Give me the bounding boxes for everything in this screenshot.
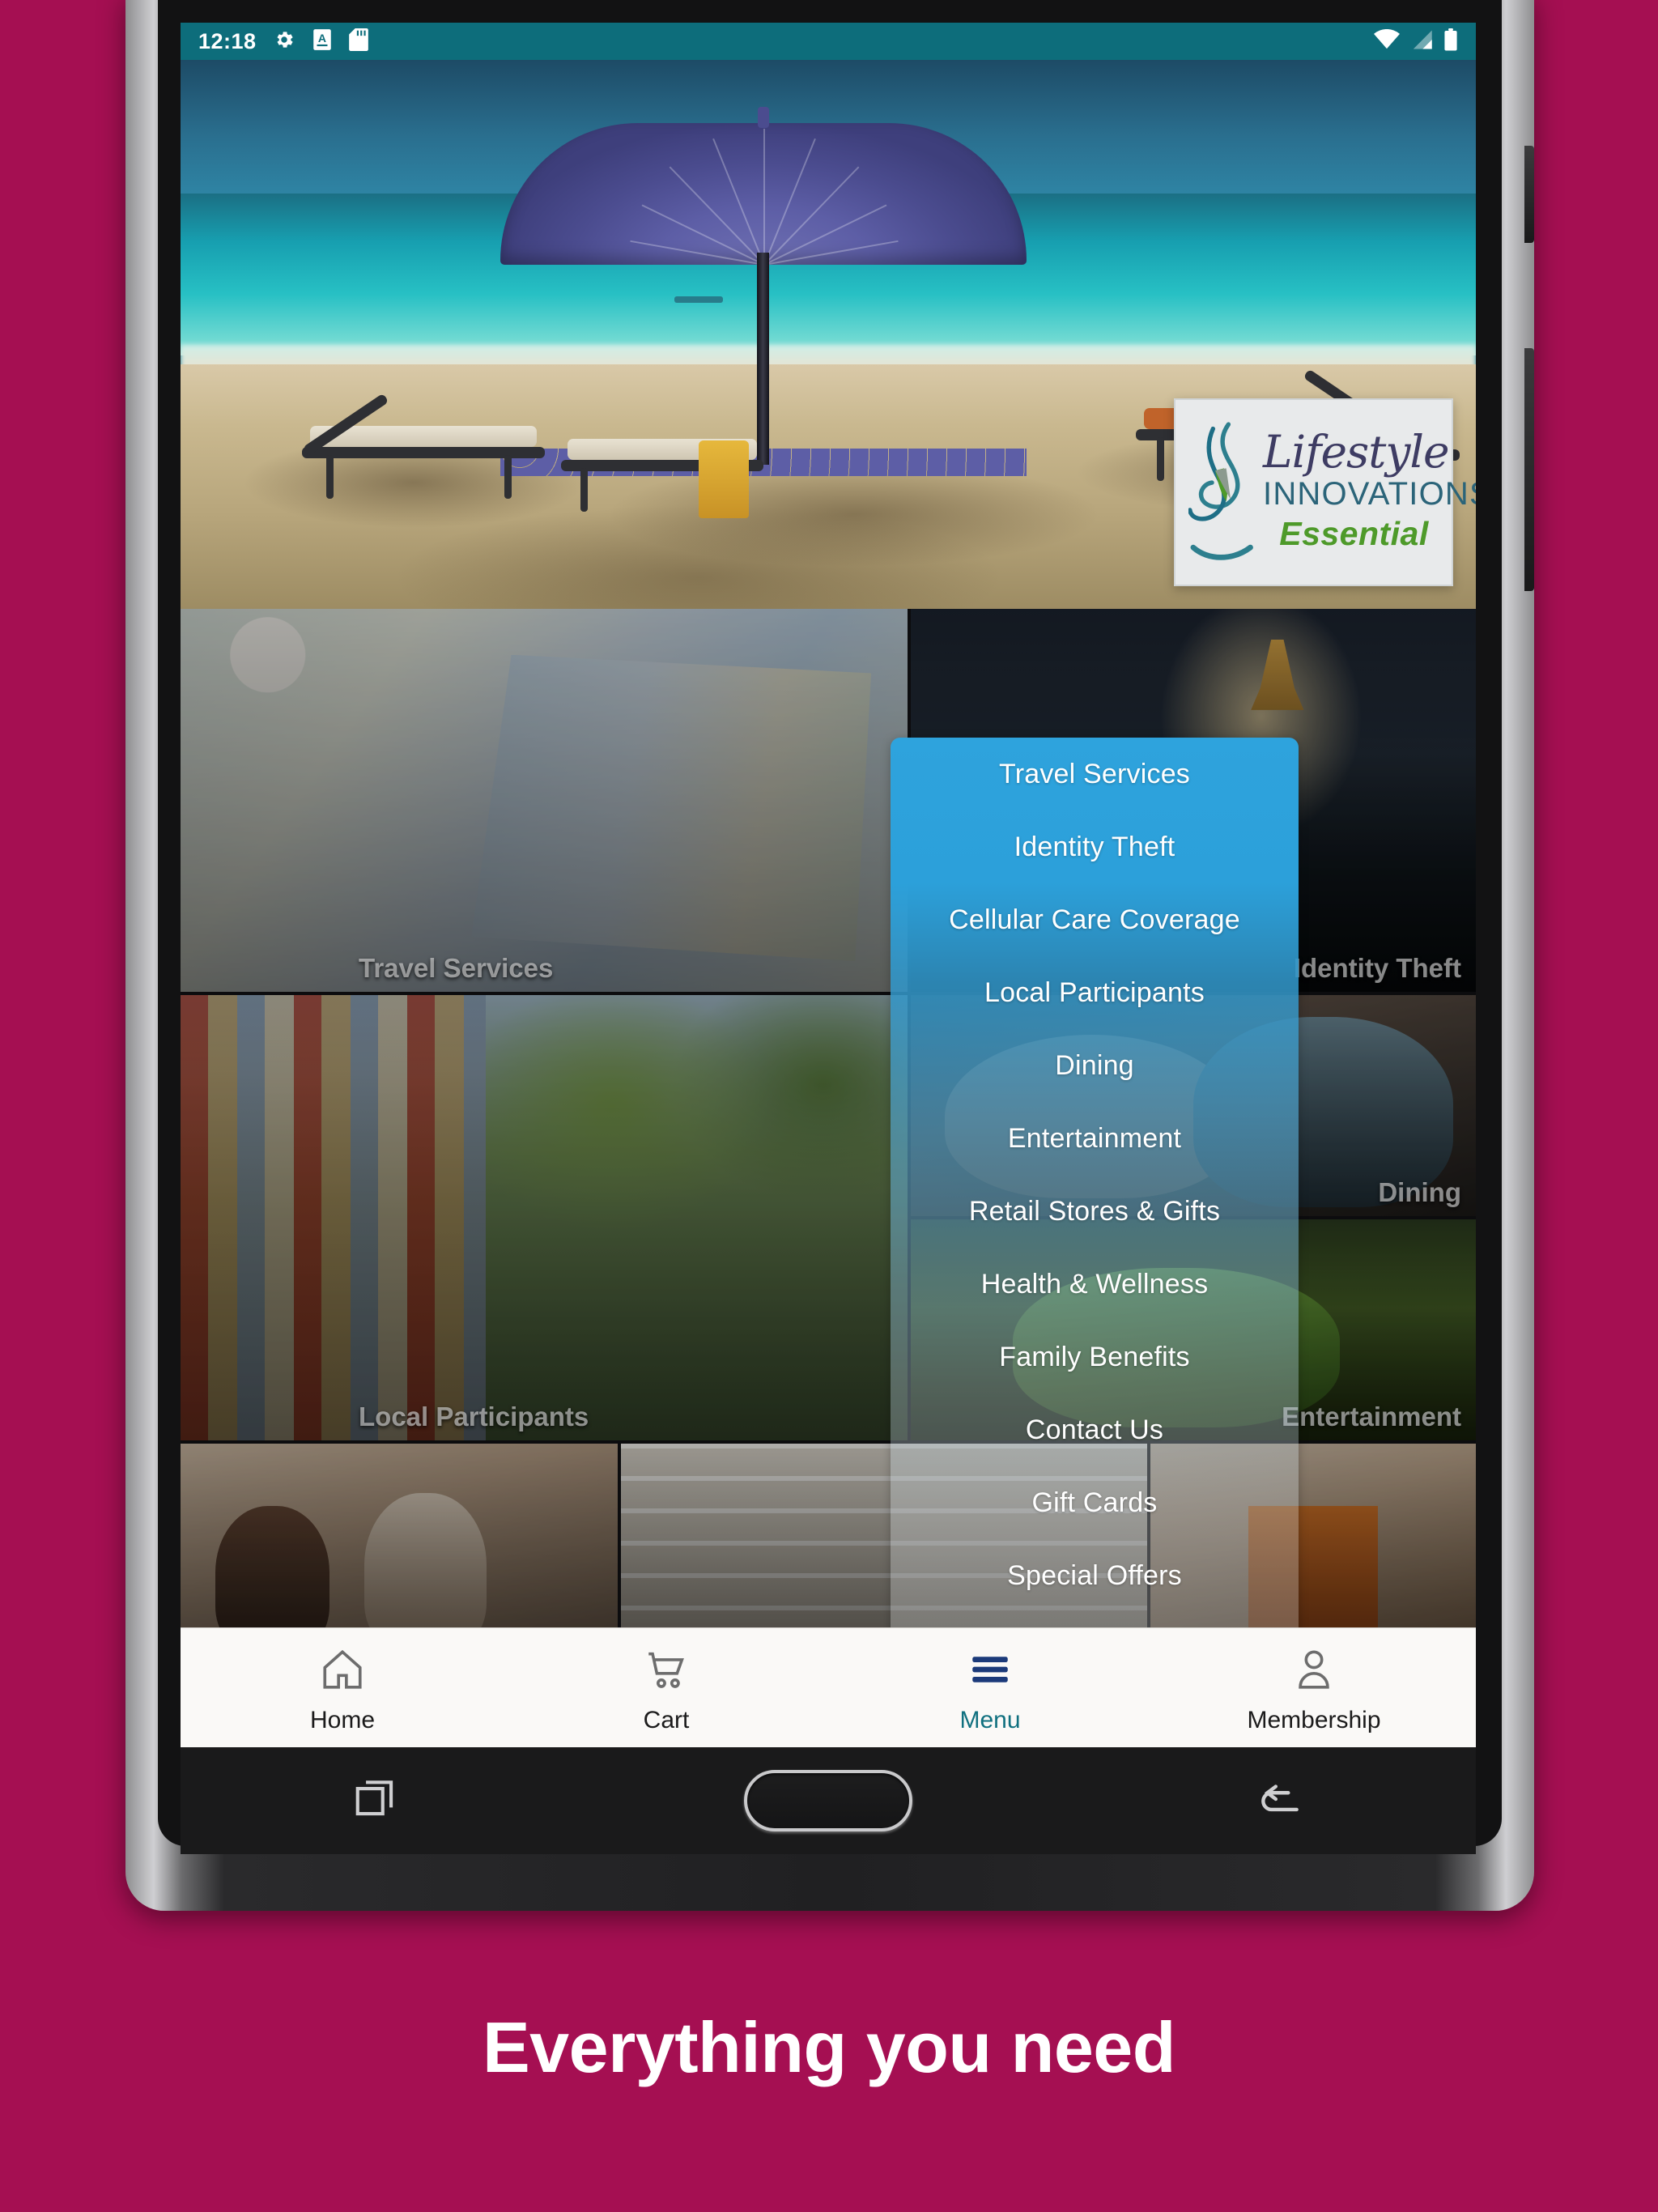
logo-script-text: Lifestyle xyxy=(1263,426,1450,479)
umbrella-finial xyxy=(758,107,769,128)
tile-label: Local Participants xyxy=(359,1402,589,1431)
menu-item-travel-services[interactable]: Travel Services xyxy=(891,738,1299,810)
device-side-button-volume[interactable] xyxy=(1524,348,1534,591)
hamburger-icon xyxy=(967,1646,1014,1697)
battery-icon xyxy=(1443,28,1458,55)
nav-item-cart[interactable]: Cart xyxy=(504,1628,828,1747)
nav-item-home[interactable]: Home xyxy=(181,1628,504,1747)
tile-family-benefits[interactable] xyxy=(181,1444,618,1650)
menu-item-cellular-care[interactable]: Cellular Care Coverage xyxy=(891,883,1299,956)
nav-item-menu[interactable]: Menu xyxy=(828,1628,1152,1747)
wifi-icon xyxy=(1374,28,1400,54)
menu-item-family-benefits[interactable]: Family Benefits xyxy=(891,1321,1299,1393)
nav-item-membership[interactable]: Membership xyxy=(1152,1628,1476,1747)
menu-item-entertainment[interactable]: Entertainment xyxy=(891,1102,1299,1175)
tile-label: Travel Services xyxy=(359,953,554,983)
a-badge-icon: A xyxy=(312,28,333,55)
tile-scrim xyxy=(181,1444,618,1650)
tile-label: Entertainment xyxy=(1282,1402,1461,1431)
menu-item-identity-theft[interactable]: Identity Theft xyxy=(891,810,1299,883)
logo-swirl-icon xyxy=(1188,418,1266,576)
menu-item-contact-us[interactable]: Contact Us xyxy=(891,1393,1299,1466)
tile-label: Dining xyxy=(1378,1177,1461,1207)
tile-scrim xyxy=(181,609,908,992)
beach-bin xyxy=(699,440,749,518)
sd-card-icon xyxy=(348,28,368,55)
bottom-navigation-bar: Home Cart Menu Membership xyxy=(181,1627,1476,1747)
tile-scrim xyxy=(181,995,908,1440)
promo-tagline: Everything you need xyxy=(482,2007,1176,2087)
tile-travel-services[interactable]: Travel Services xyxy=(181,609,908,992)
status-bar: 12:18 A xyxy=(181,23,1476,60)
nav-label-membership: Membership xyxy=(1247,1707,1381,1733)
page-root: 12:18 A Lifestyle INNOVATIONS Essential … xyxy=(0,0,1658,2212)
nav-label-cart: Cart xyxy=(643,1707,690,1733)
home-button[interactable] xyxy=(743,1770,912,1831)
status-bar-right xyxy=(1374,28,1458,55)
status-bar-clock: 12:18 xyxy=(198,28,257,53)
menu-item-dining[interactable]: Dining xyxy=(891,1029,1299,1102)
tile-label: Identity Theft xyxy=(1293,953,1461,983)
lounger-left xyxy=(302,393,545,515)
recents-icon[interactable] xyxy=(351,1774,402,1828)
umbrella-pole xyxy=(757,253,769,465)
hero-banner[interactable]: Lifestyle INNOVATIONS Essential xyxy=(181,60,1476,609)
logo-name-text: INNOVATIONS xyxy=(1263,475,1476,512)
menu-dropdown-overlay[interactable]: Travel Services Identity Theft Cellular … xyxy=(891,738,1299,1641)
home-icon xyxy=(319,1646,366,1697)
tile-local-participants[interactable]: Local Participants xyxy=(181,995,908,1440)
menu-item-health-wellness[interactable]: Health & Wellness xyxy=(891,1248,1299,1321)
device-side-button-power[interactable] xyxy=(1524,146,1534,243)
status-bar-left: 12:18 A xyxy=(198,28,368,55)
gear-icon xyxy=(273,28,295,55)
device-screen: 12:18 A Lifestyle INNOVATIONS Essential … xyxy=(181,23,1476,1747)
svg-text:A: A xyxy=(318,32,326,45)
logo-tier-text: Essential xyxy=(1279,514,1429,552)
nav-label-menu: Menu xyxy=(959,1707,1021,1733)
menu-item-special-offers[interactable]: Special Offers xyxy=(891,1539,1299,1612)
beach-umbrella xyxy=(500,107,1027,476)
person-icon xyxy=(1290,1646,1337,1697)
android-navigation-bar xyxy=(181,1747,1476,1854)
nav-label-home: Home xyxy=(309,1707,376,1733)
cart-icon xyxy=(643,1646,690,1697)
umbrella-canopy xyxy=(500,123,1027,266)
menu-item-retail-gifts[interactable]: Retail Stores & Gifts xyxy=(891,1175,1299,1248)
menu-item-gift-cards[interactable]: Gift Cards xyxy=(891,1466,1299,1539)
menu-item-local-participants[interactable]: Local Participants xyxy=(891,956,1299,1029)
cellular-signal-icon xyxy=(1410,29,1433,54)
back-icon[interactable] xyxy=(1255,1774,1305,1828)
brand-logo: Lifestyle INNOVATIONS Essential xyxy=(1174,398,1476,586)
